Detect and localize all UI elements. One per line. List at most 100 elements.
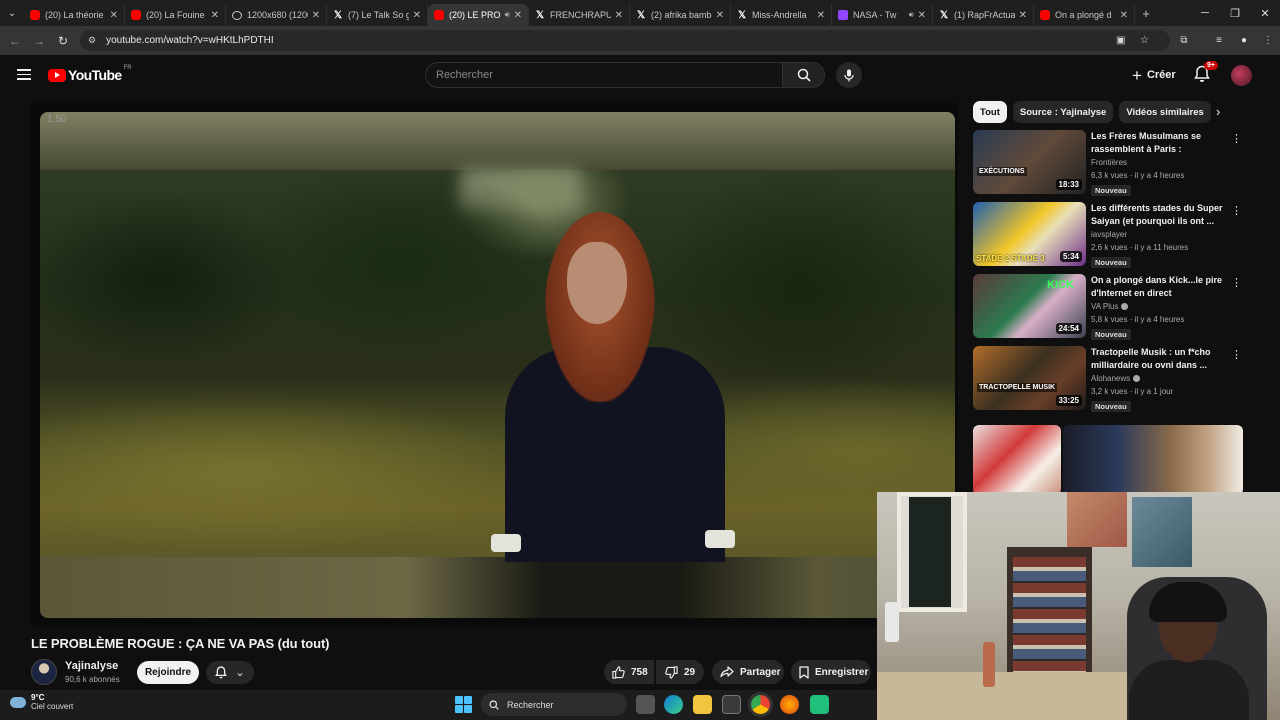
url-field[interactable]: ⚙ youtube.com/watch?v=wHKtLhPDTHI ▣ ☆ [80,30,1170,51]
close-tab-icon[interactable]: ✕ [110,10,118,21]
browser-menu-icon[interactable]: ⋮ [1256,26,1280,55]
browser-tab[interactable]: 1200x680 (1200 ✕ [226,4,327,26]
join-button[interactable]: Rejoindre [137,661,199,684]
minimize-button[interactable]: ─ [1190,0,1220,26]
reading-list-icon[interactable]: ≡ [1207,26,1231,55]
close-tab-icon[interactable]: ✕ [211,10,219,21]
recommendation-channel[interactable]: VA Plus [1091,302,1118,311]
close-tab-icon[interactable]: ✕ [413,10,421,21]
video-thumbnail[interactable]: STADE 2 STADE 3 5:34 [973,202,1086,266]
back-button[interactable]: ← [3,34,27,48]
youtube-logo[interactable]: YouTube FR [48,65,132,83]
tab-title: FRENCHRAPUS [550,10,611,20]
app-icon[interactable] [810,695,829,714]
close-tab-icon[interactable]: ✕ [514,10,522,21]
browser-tab[interactable]: 𝕏 Miss-Andrella ✕ [731,4,832,26]
channel-name[interactable]: Yajinalyse [65,660,118,672]
microsoft-store-icon[interactable] [722,695,741,714]
profile-icon[interactable]: ● [1232,26,1256,55]
like-button[interactable]: 758 [604,660,654,684]
file-explorer-icon[interactable] [693,695,712,714]
task-view-icon[interactable] [636,695,655,714]
subscription-bell-button[interactable]: ⌄ [206,661,254,684]
recommendation-title[interactable]: Les différents stades du Super Saiyan (e… [1091,202,1226,228]
speaker-icon[interactable]: 🔊︎ [505,10,510,20]
edge-icon[interactable] [664,695,683,714]
close-tab-icon[interactable]: ✕ [1120,10,1128,21]
more-options-icon[interactable]: ⋮ [1231,276,1242,289]
close-window-button[interactable]: ✕ [1250,0,1280,26]
install-app-icon[interactable]: ▣ [1116,30,1125,51]
share-button[interactable]: Partager [712,660,784,684]
video-thumbnail[interactable]: TRACTOPELLE MUSIK 33:25 [973,346,1086,410]
browser-tab[interactable]: 𝕏 (1) RapFrActua ✕ [933,4,1034,26]
close-tab-icon[interactable]: ✕ [312,10,320,21]
notifications-button[interactable]: 9+ [1194,61,1218,85]
chevron-right-icon[interactable]: › [1216,104,1220,119]
more-options-icon[interactable]: ⋮ [1231,132,1242,145]
recommendation-item[interactable]: TRACTOPELLE MUSIK 33:25 Tractopelle Musi… [973,346,1253,412]
close-tab-icon[interactable]: ✕ [615,10,623,21]
search-input[interactable]: Rechercher [425,62,783,88]
close-tab-icon[interactable]: ✕ [817,10,825,21]
maximize-button[interactable]: ❐ [1220,0,1250,26]
tab-search-button[interactable]: ⌄ [0,0,24,26]
search-icon [489,699,499,710]
browser-tab[interactable]: On a plongé d ✕ [1034,4,1135,26]
chip-similar[interactable]: Vidéos similaires [1119,101,1211,123]
recommendation-title[interactable]: On a plongé dans Kick...le pire d'Intern… [1091,274,1226,300]
video-frame[interactable] [40,112,955,618]
browser-tab[interactable]: (20) La Fouine ✕ [125,4,226,26]
close-tab-icon[interactable]: ✕ [716,10,724,21]
voice-search-button[interactable] [836,62,862,88]
video-duration: 18:33 [1055,179,1082,190]
save-button[interactable]: Enregistrer [791,660,871,684]
forward-button[interactable]: → [27,34,51,48]
windows-start-icon[interactable] [455,696,472,713]
chrome-icon[interactable] [751,695,770,714]
browser-tab[interactable]: NASA - Tw 🔊︎ ✕ [832,4,933,26]
recommendation-title[interactable]: Les Frères Musulmans se rassemblent à Pa… [1091,130,1226,156]
recommendation-item[interactable]: EXÉCUTIONS 18:33 Les Frères Musulmans se… [973,130,1253,196]
video-player[interactable]: 1.50 [30,100,958,627]
recommendation-channel[interactable]: Alohanews [1091,374,1130,383]
recommendation-meta: 5,8 k vues · il y a 4 heures [1091,315,1185,324]
channel-avatar[interactable] [31,659,57,685]
more-options-icon[interactable]: ⋮ [1231,204,1242,217]
video-thumbnail[interactable] [1063,425,1243,495]
recommendation-channel[interactable]: Frontières [1091,158,1226,167]
browser-tab[interactable]: 𝕏 FRENCHRAPUS ✕ [529,4,630,26]
video-thumbnail[interactable] [973,425,1061,495]
create-button[interactable]: + Créer [1124,63,1184,87]
menu-icon[interactable] [17,69,31,80]
recommendation-item[interactable]: KICK 24:54 On a plongé dans Kick...le pi… [973,274,1253,340]
speaker-icon[interactable]: 🔊︎ [909,10,914,20]
chip-all[interactable]: Tout [973,101,1007,123]
site-info-icon[interactable]: ⚙ [88,35,96,46]
webcam-desk [877,672,1127,720]
extensions-icon[interactable]: ⧉ [1172,26,1196,55]
browser-tab[interactable]: (20) LE PRO 🔊︎ ✕ [428,4,529,26]
recommendation-item[interactable]: STADE 2 STADE 3 5:34 Les différents stad… [973,202,1253,268]
dislike-button[interactable]: 29 [656,660,704,684]
account-avatar[interactable] [1231,65,1252,86]
recommendation-channel[interactable]: iavsplayer [1091,230,1226,239]
chip-source[interactable]: Source : Yajinalyse [1012,101,1114,123]
close-tab-icon[interactable]: ✕ [1019,10,1027,21]
bookmark-star-icon[interactable]: ☆ [1140,30,1149,51]
browser-tab[interactable]: 𝕏 (7) Le Talk So g ✕ [327,4,428,26]
tab-title: (2) afrika bamb [651,10,712,20]
browser-tab[interactable]: 𝕏 (2) afrika bamb ✕ [630,4,731,26]
browser-tab[interactable]: (20) La théorie ✕ [24,4,125,26]
taskbar-search-input[interactable]: Rechercher [481,693,627,716]
close-tab-icon[interactable]: ✕ [918,10,926,21]
more-options-icon[interactable]: ⋮ [1231,348,1242,361]
recommendation-title[interactable]: Tractopelle Musik : un f*cho milliardair… [1091,346,1226,372]
video-thumbnail[interactable]: EXÉCUTIONS 18:33 [973,130,1086,194]
firefox-icon[interactable] [780,695,799,714]
search-button[interactable] [783,62,825,88]
new-tab-button[interactable]: + [1135,6,1157,21]
video-thumbnail[interactable]: KICK 24:54 [973,274,1086,338]
reload-button[interactable]: ↻ [51,34,75,48]
weather-widget[interactable]: 9°C Ciel couvert [10,693,73,711]
